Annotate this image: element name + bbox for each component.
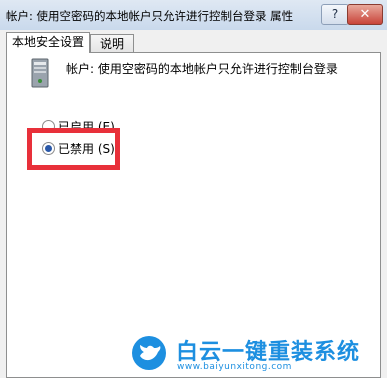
bird-logo-icon: [132, 336, 166, 370]
help-button[interactable]: ?: [321, 4, 349, 25]
window-title: 帐户: 使用空密码的本地帐户只允许进行控制台登录 属性: [6, 9, 294, 23]
close-button[interactable]: ✕: [347, 4, 383, 25]
tab-local-security-setting[interactable]: 本地安全设置: [6, 32, 90, 53]
watermark: 白云一键重装系统 www.baiyunxitong.com: [132, 336, 377, 376]
tab-explain[interactable]: 说明: [90, 34, 134, 53]
title-bar: 帐户: 使用空密码的本地帐户只允许进行控制台登录 属性 ? ✕: [0, 0, 387, 30]
tab-panel: [6, 52, 381, 378]
computer-icon: [31, 58, 49, 88]
highlight-box: [27, 128, 120, 170]
policy-name: 帐户: 使用空密码的本地帐户只允许进行控制台登录: [66, 62, 338, 76]
watermark-url: www.baiyunxitong.com: [177, 362, 292, 372]
